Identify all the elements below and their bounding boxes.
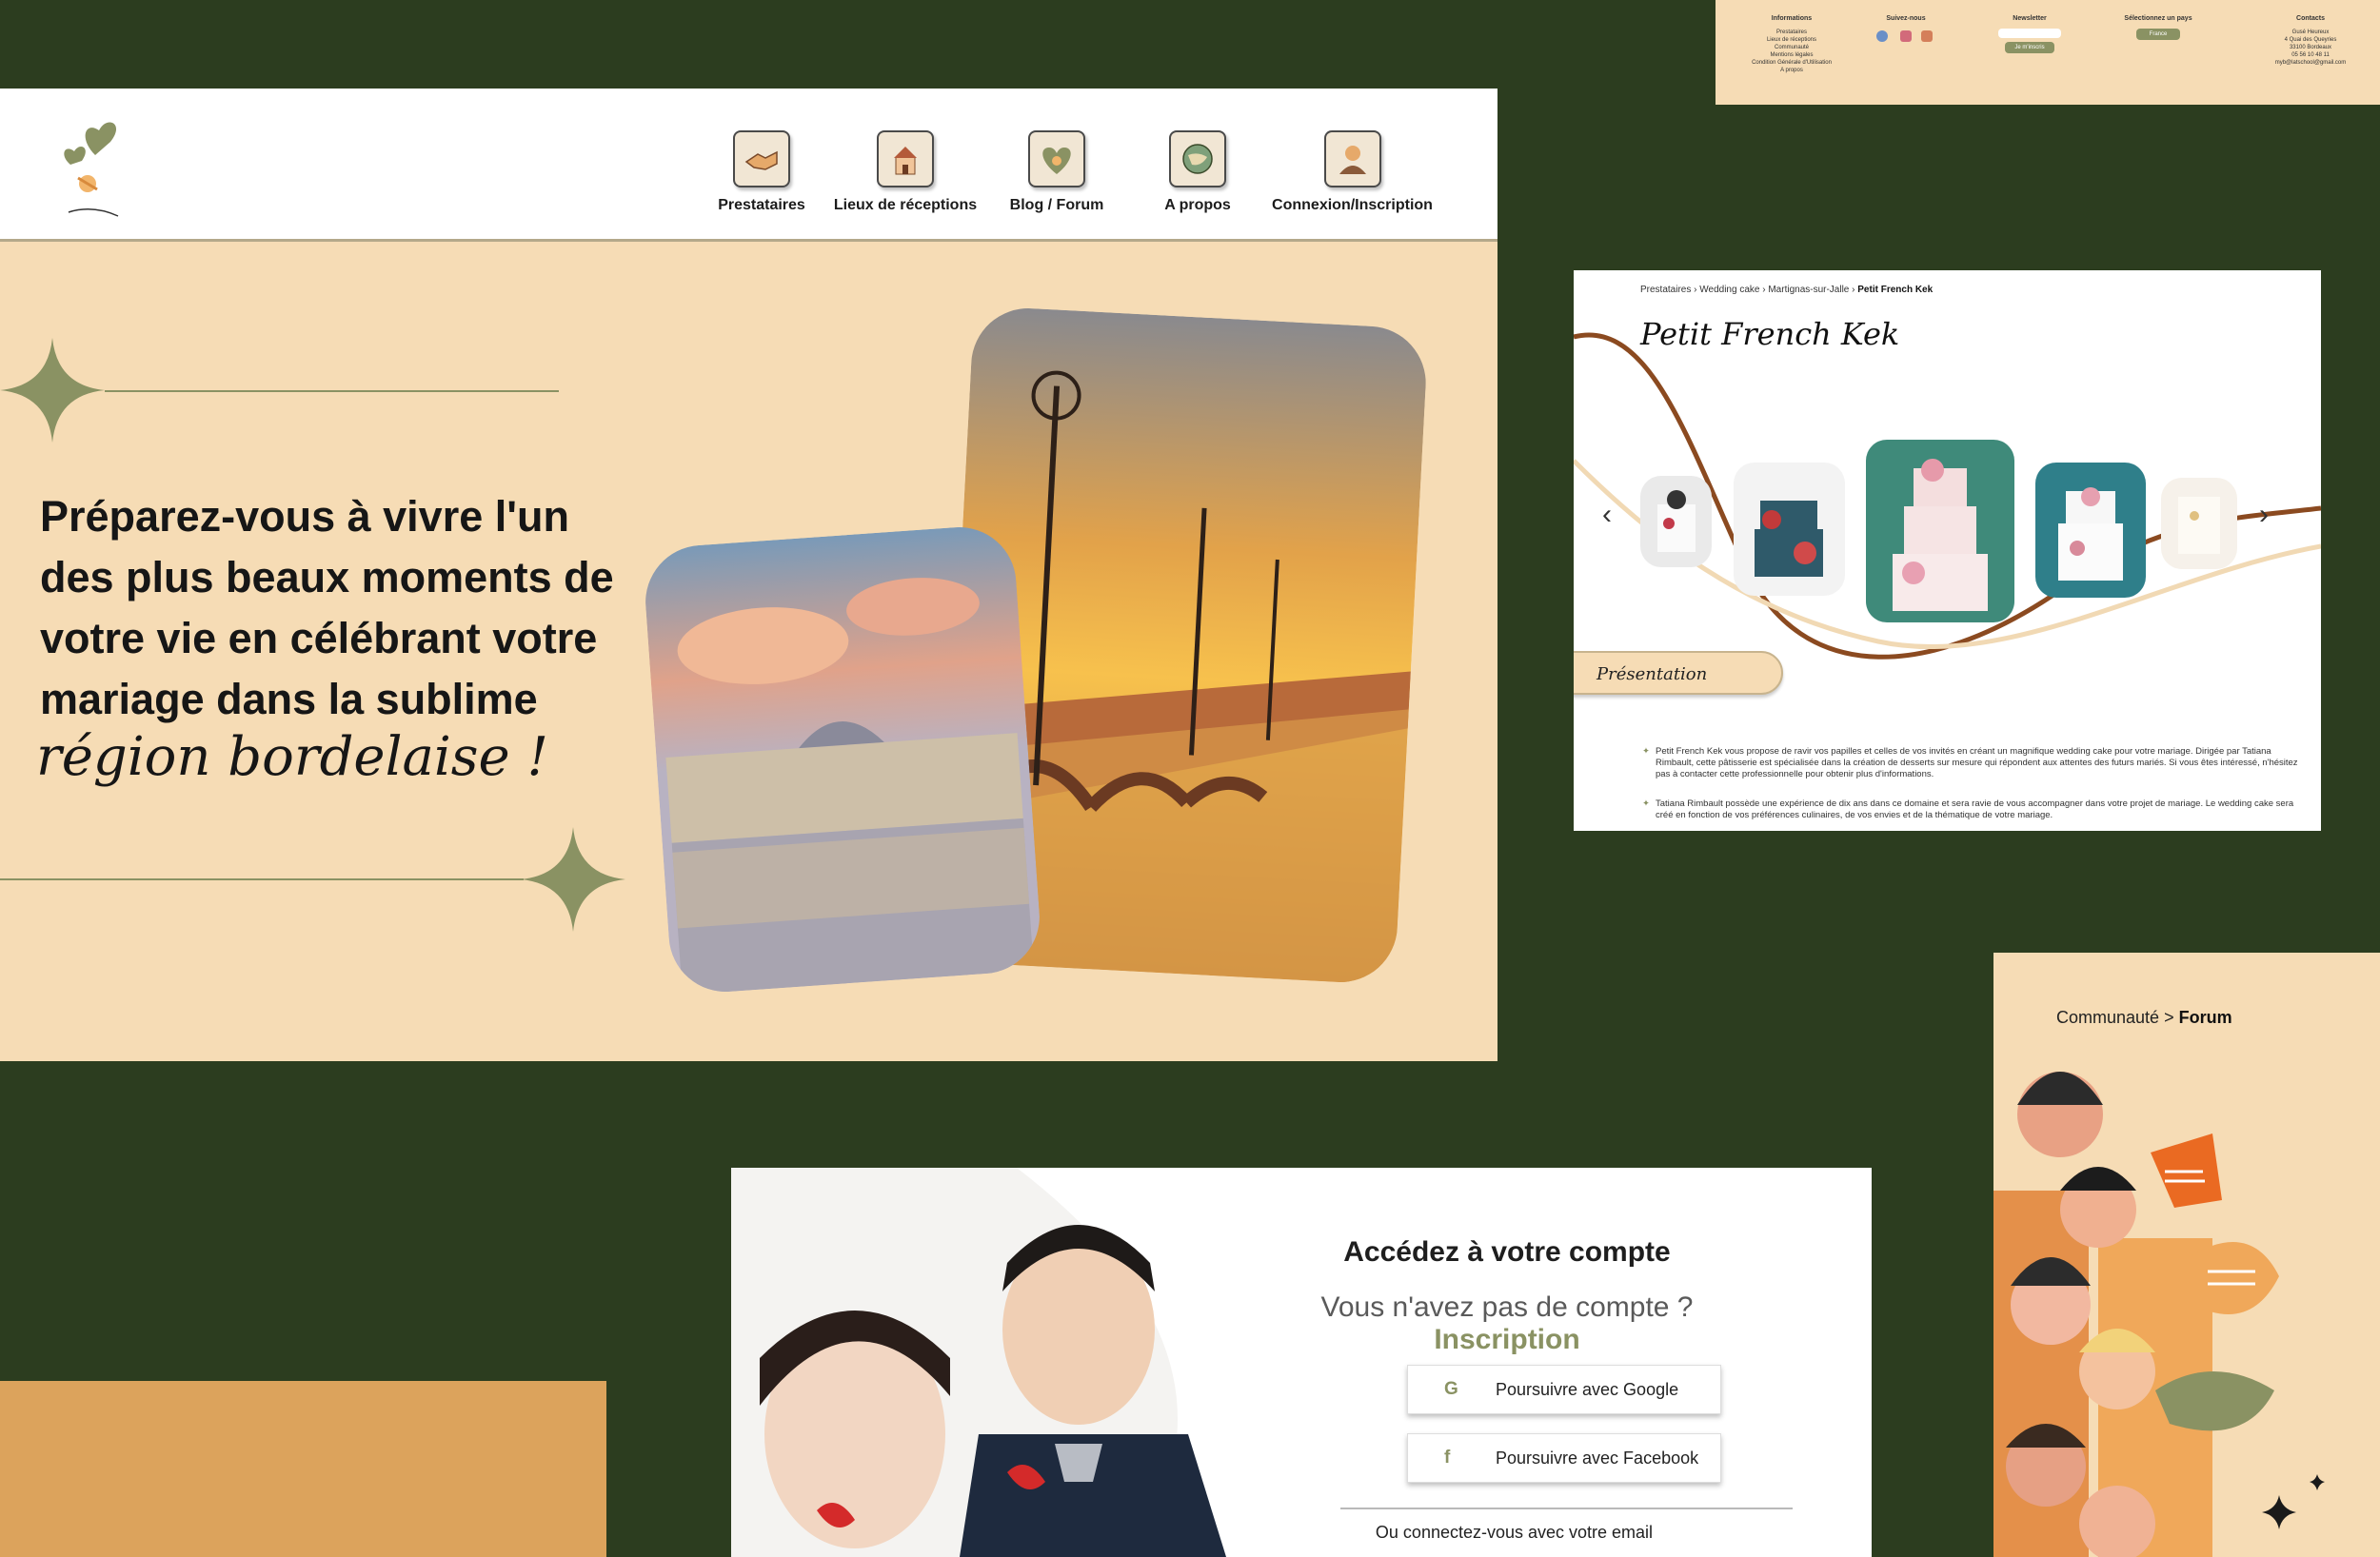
contact-line: myb@latschool@gmail.com [2274, 60, 2347, 66]
globe-icon [1169, 130, 1226, 187]
contacts-title: Contacts [2296, 15, 2325, 22]
country-select[interactable]: France [2135, 29, 2181, 40]
place-de-la-bourse-photo [642, 522, 1043, 996]
login-title: Accédez à votre compte [1343, 1236, 1671, 1268]
homepage-hero: Prestataires Lieux de réceptions Blog / … [0, 89, 1497, 1061]
nav-lieux[interactable]: Lieux de réceptions [824, 130, 986, 214]
google-icon: G [1444, 1379, 1458, 1399]
breadcrumb-separator: > [2164, 1008, 2174, 1027]
carousel-prev-button[interactable]: ‹ [1602, 499, 1612, 531]
divider-line [0, 878, 524, 880]
nav-label: Lieux de réceptions [833, 197, 978, 213]
nav-label: A propos [1164, 197, 1231, 213]
cake-photo[interactable] [2161, 478, 2237, 569]
newsletter-email-input[interactable] [1998, 29, 2061, 38]
hero-headline-script: région bordelaise ! [36, 726, 548, 788]
breadcrumb: Prestataires › Wedding cake › Martignas-… [1640, 285, 1933, 295]
top-navigation: Prestataires Lieux de réceptions Blog / … [0, 89, 1497, 242]
nav-connexion[interactable]: Connexion/Inscription [1269, 130, 1436, 214]
nav-blog-forum[interactable]: Blog / Forum [976, 130, 1138, 214]
hero-headline: Préparez-vous à vivre l'un des plus beau… [40, 492, 614, 723]
cake-photo[interactable] [1866, 440, 2014, 622]
tab-presentation[interactable]: Présentation [1574, 651, 1783, 695]
facebook-icon [1876, 30, 1888, 42]
footer-link[interactable]: Prestataires [1735, 29, 1849, 36]
cake-photo[interactable] [2035, 463, 2146, 598]
breadcrumb-item[interactable]: Communauté [2056, 1008, 2159, 1027]
divider-line [105, 390, 559, 392]
breadcrumb-item[interactable]: Martignas-sur-Jalle [1768, 285, 1849, 295]
vendor-paragraph-text: Petit French Kek vous propose de ravir v… [1656, 746, 2298, 779]
instagram-icon [1921, 30, 1933, 42]
cake-photo[interactable] [1640, 476, 1712, 567]
vendor-paragraph: ✦ Petit French Kek vous propose de ravir… [1642, 746, 2303, 780]
newsletter-title: Newsletter [2013, 15, 2047, 22]
breadcrumb-current: Petit French Kek [1857, 285, 1934, 295]
footer-informations-title: Informations [1771, 15, 1813, 22]
sparkle-bullet-icon: ✦ [1642, 746, 1650, 757]
nav-label: Blog / Forum [1009, 197, 1104, 213]
community-illustration [1993, 1072, 2325, 1557]
footer-preview: Informations Prestataires Lieux de récep… [1716, 0, 2380, 105]
footer-follow: Suivez-nous [1858, 15, 1954, 47]
vendor-paragraph: ✦ Tatiana Rimbault possède une expérienc… [1642, 798, 2303, 821]
footer-link[interactable]: Lieux de réceptions [1735, 36, 1849, 44]
footer-informations: Informations Prestataires Lieux de récep… [1735, 15, 1849, 74]
contact-line: 05 56 10 48 11 [2291, 52, 2330, 58]
nav-a-propos[interactable]: A propos [1117, 130, 1279, 214]
login-page: Accédez à votre compte Vous n'avez pas d… [731, 1168, 1872, 1557]
email-login-label: Ou connectez-vous avec votre email [1375, 1523, 1654, 1542]
nav-label: Prestataires [718, 197, 805, 213]
footer-link[interactable]: Communauté [1735, 44, 1849, 51]
carousel-next-button[interactable]: › [2259, 499, 2269, 531]
handshake-icon [733, 130, 790, 187]
couple-photo [731, 1168, 1264, 1557]
google-login-label: Poursuivre avec Google [1496, 1380, 1679, 1399]
footer-link[interactable]: Mentions légales [1735, 51, 1849, 59]
breadcrumb-item[interactable]: Prestataires [1640, 285, 1691, 295]
divider-line [1340, 1508, 1793, 1509]
sparkle-bullet-icon: ✦ [1642, 798, 1650, 809]
google-login-button[interactable]: G Poursuivre avec Google [1407, 1365, 1721, 1414]
facebook-login-button[interactable]: f Poursuivre avec Facebook [1407, 1433, 1721, 1483]
signup-link[interactable]: Inscription [1434, 1324, 1579, 1355]
footer-country: Sélectionnez un pays France [2096, 15, 2220, 40]
decorative-block [0, 1381, 606, 1557]
country-title: Sélectionnez un pays [2124, 15, 2192, 22]
brand-logo[interactable] [50, 109, 135, 224]
footer-newsletter: Newsletter Je m'inscris [1973, 15, 2087, 53]
footer-link[interactable]: A propos [1735, 67, 1849, 74]
breadcrumb-item[interactable]: Wedding cake [1699, 285, 1759, 295]
forum-mobile-page: Communauté > Forum [1993, 953, 2380, 1557]
facebook-icon: f [1444, 1448, 1451, 1468]
vendor-page: Prestataires › Wedding cake › Martignas-… [1574, 270, 2321, 831]
footer-contacts: Contacts Gusé Heureux 4 Quai des Queyrie… [2249, 15, 2372, 67]
heart-icon [1028, 130, 1085, 187]
social-icons [1876, 30, 1933, 42]
footer-follow-title: Suivez-nous [1886, 15, 1926, 22]
youtube-icon [1900, 30, 1912, 42]
newsletter-subscribe-button[interactable]: Je m'inscris [2005, 42, 2054, 53]
sparkle-icon [521, 827, 625, 932]
facebook-login-label: Poursuivre avec Facebook [1496, 1449, 1699, 1468]
chapel-icon [877, 130, 934, 187]
login-subtitle: Vous n'avez pas de compte ? Inscription [1264, 1291, 1750, 1356]
contact-line: 33100 Bordeaux [2289, 45, 2332, 50]
contact-line: Gusé Heureux [2291, 30, 2330, 35]
sparkle-icon [0, 338, 105, 443]
user-icon [1323, 130, 1381, 187]
contact-line: 4 Quai des Queyries [2284, 37, 2337, 43]
nav-prestataires[interactable]: Prestataires [681, 130, 843, 214]
nav-label: Connexion/Inscription [1272, 197, 1433, 213]
footer-link[interactable]: Condition Générale d'Utilisation [1735, 59, 1849, 67]
cake-photo[interactable] [1734, 463, 1845, 596]
forum-breadcrumb: Communauté > Forum [2056, 1008, 2232, 1028]
no-account-text: Vous n'avez pas de compte ? [1320, 1291, 1694, 1323]
breadcrumb-current: Forum [2178, 1008, 2232, 1027]
vendor-paragraph-text: Tatiana Rimbault possède une expérience … [1656, 798, 2294, 820]
